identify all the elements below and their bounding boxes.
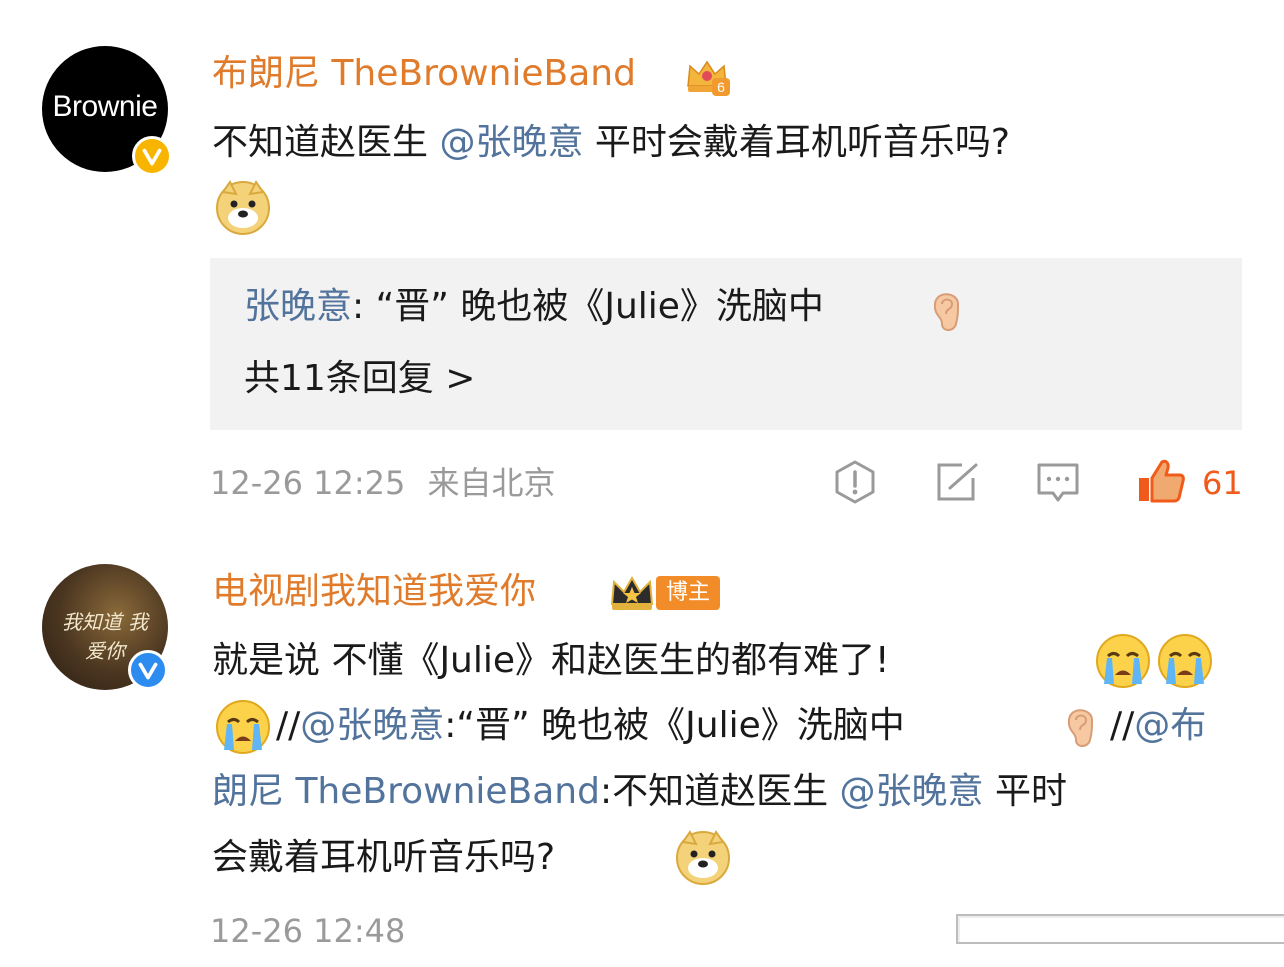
- avatar-brand-text: Brownie: [52, 90, 158, 123]
- comment-text-line-1: 就是说 不懂《Julie》和赵医生的都有难了!: [212, 640, 890, 681]
- crown-level: 6: [712, 78, 730, 96]
- author-name[interactable]: 布朗尼 TheBrownieBand: [212, 53, 636, 94]
- timestamp: 12-26 12:25: [210, 464, 406, 502]
- comment-text-line-2b: //@布: [1110, 705, 1207, 746]
- comment-text-line-4: 会戴着耳机听音乐吗?: [212, 837, 556, 878]
- comment-text-line-3: 朗尼 TheBrownieBand:不知道赵医生 @张晚意 平时: [212, 771, 1068, 812]
- location: 来自北京: [427, 464, 556, 502]
- reply-text: : “晋” 晚也被《Julie》洗脑中: [352, 286, 824, 327]
- mention-link[interactable]: @张晚意: [300, 705, 444, 746]
- like-count[interactable]: 61: [1202, 463, 1243, 503]
- crown-badge-icon: [608, 572, 656, 614]
- mention-link[interactable]: @张晚意: [840, 771, 984, 812]
- mention-link[interactable]: @张晚意: [439, 122, 583, 163]
- crying-emoji-icon: [1094, 632, 1152, 690]
- verified-badge: [132, 136, 172, 176]
- comment-meta: 12-26 12:25 来自北京: [210, 463, 556, 503]
- verified-v-icon: [142, 148, 162, 166]
- doge-emoji-icon: [214, 178, 272, 236]
- share-icon[interactable]: [936, 462, 980, 502]
- mention-link[interactable]: 朗尼 TheBrownieBand: [212, 771, 600, 812]
- ear-emoji-icon: [928, 286, 966, 334]
- reply-author[interactable]: 张晚意: [244, 286, 352, 327]
- like-icon[interactable]: [1136, 458, 1186, 504]
- more-replies-link[interactable]: 共11条回复 >: [244, 356, 475, 402]
- crying-emoji-icon: [214, 698, 272, 756]
- mention-link[interactable]: @布: [1134, 705, 1206, 746]
- crying-emoji-icon: [1156, 632, 1214, 690]
- author-name[interactable]: 电视剧我知道我爱你: [212, 571, 536, 612]
- reply-preview[interactable]: 张晚意: “晋” 晚也被《Julie》洗脑中: [244, 284, 824, 330]
- crown-badge-icon: 6: [684, 56, 730, 96]
- timestamp: 12-26 12:48: [210, 912, 406, 950]
- comment-author[interactable]: 布朗尼 TheBrownieBand: [212, 52, 636, 96]
- doge-emoji-icon: [674, 828, 732, 886]
- verified-v-icon: [138, 662, 158, 680]
- comment-icon[interactable]: [1036, 462, 1080, 504]
- comment-text-line-2: //@张晚意:“晋” 晚也被《Julie》洗脑中: [276, 705, 905, 746]
- comment-author[interactable]: 电视剧我知道我爱你: [212, 570, 536, 614]
- partial-action-box: [956, 914, 1284, 944]
- ear-emoji-icon: [1062, 702, 1100, 750]
- blogger-badge: 博主: [656, 576, 721, 610]
- comment-text-line-1: 不知道赵医生 @张晚意 平时会戴着耳机听音乐吗?: [212, 122, 1011, 163]
- verified-badge: [128, 650, 168, 690]
- reply-box[interactable]: 张晚意: “晋” 晚也被《Julie》洗脑中 共11条回复 >: [210, 258, 1242, 430]
- report-icon[interactable]: [834, 460, 876, 504]
